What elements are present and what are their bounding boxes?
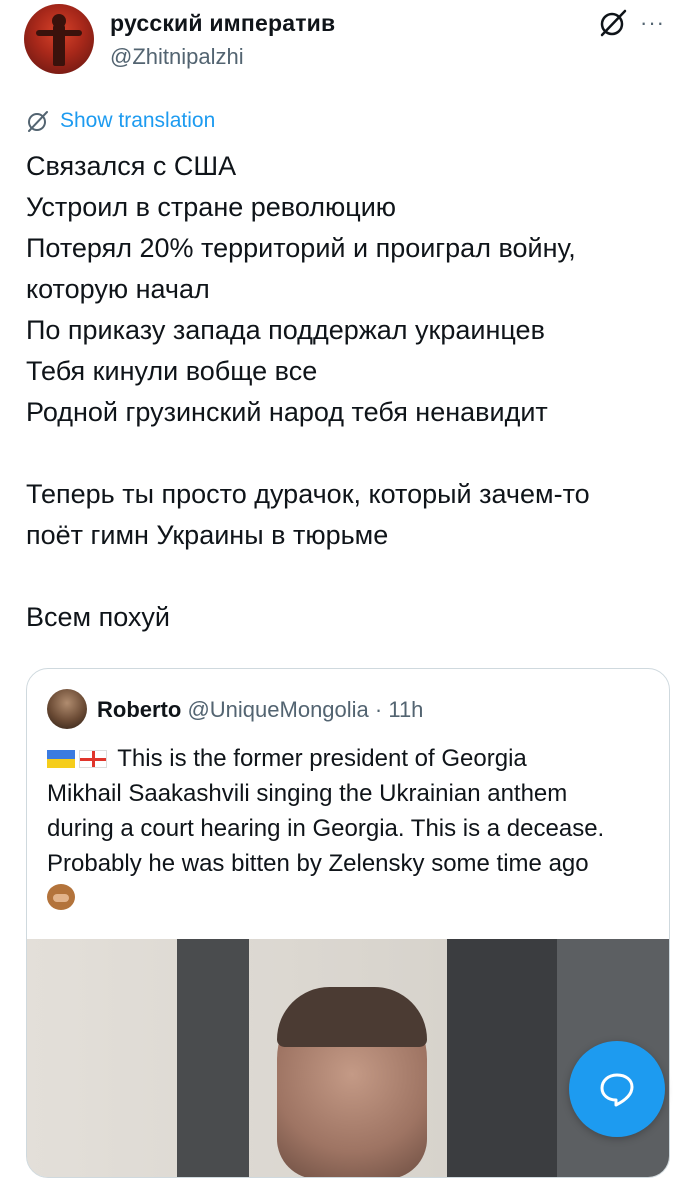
show-translation-label[interactable]: Show translation (60, 109, 215, 133)
quoted-tweet-text: This is the former president of Georgia … (47, 741, 657, 916)
tweet-line: Потерял 20% территорий и проиграл войну, (26, 233, 576, 263)
video-person-hair (277, 987, 427, 1047)
meta-separator: · (368, 697, 389, 722)
author-handle[interactable]: @Zhitnipalzhi (110, 44, 244, 70)
quoted-author-avatar[interactable] (47, 689, 87, 729)
quoted-line: Probably he was bitten by Zelensky some … (47, 850, 589, 877)
see-no-evil-monkey-icon (47, 884, 75, 910)
tweet-line: Всем похуй (26, 602, 171, 632)
author-avatar[interactable] (24, 4, 94, 74)
quoted-tweet-meta: Roberto @UniqueMongolia · 11h (97, 697, 423, 723)
author-display-name[interactable]: русский императив (110, 10, 335, 37)
quoted-line: This is the former president of Georgia (117, 745, 527, 772)
avatar-figure-arms (36, 30, 82, 36)
tweet-line: которую начал (26, 274, 210, 304)
quoted-tweet-time[interactable]: 11h (388, 697, 423, 722)
avatar-figure-body (53, 22, 65, 66)
quoted-video-thumbnail[interactable] (27, 939, 669, 1177)
video-pillar (447, 939, 557, 1177)
paragraph-break (26, 556, 676, 597)
tweet-line: Тебя кинули вобще все (26, 356, 318, 386)
quoted-author-name[interactable]: Roberto (97, 697, 181, 722)
tweet-line: поёт гимн Украины в тюрьме (26, 520, 389, 550)
paragraph-break (26, 433, 676, 474)
tweet-text: Связался с США Устроил в стране революци… (26, 146, 676, 638)
quoted-line: Mikhail Saakashvili singing the Ukrainia… (47, 780, 568, 807)
grok-icon (28, 111, 48, 132)
ukraine-flag-icon (47, 750, 75, 768)
tweet-line: Устроил в стране революцию (26, 192, 397, 222)
quoted-line: during a court hearing in Georgia. This … (47, 815, 605, 842)
tweet-line: Связался с США (26, 151, 237, 181)
tweet-line: Родной грузинский народ тебя ненавидит (26, 397, 548, 427)
tweet-header: русский императив @Zhitnipalzhi ··· (24, 4, 676, 84)
tweet-line: Теперь ты просто дурачок, который зачем-… (26, 479, 590, 509)
video-pillar (177, 939, 249, 1177)
grok-icon[interactable] (598, 8, 628, 38)
quoted-author-handle[interactable]: @UniqueMongolia (187, 697, 368, 722)
show-translation-link[interactable]: Show translation (26, 106, 215, 136)
compose-reply-button[interactable] (569, 1041, 665, 1137)
tweet-line: По приказу запада поддержал украинцев (26, 315, 545, 345)
more-options-icon[interactable]: ··· (640, 10, 665, 36)
georgia-flag-icon (79, 750, 107, 768)
chat-bubble-icon (600, 1073, 634, 1107)
